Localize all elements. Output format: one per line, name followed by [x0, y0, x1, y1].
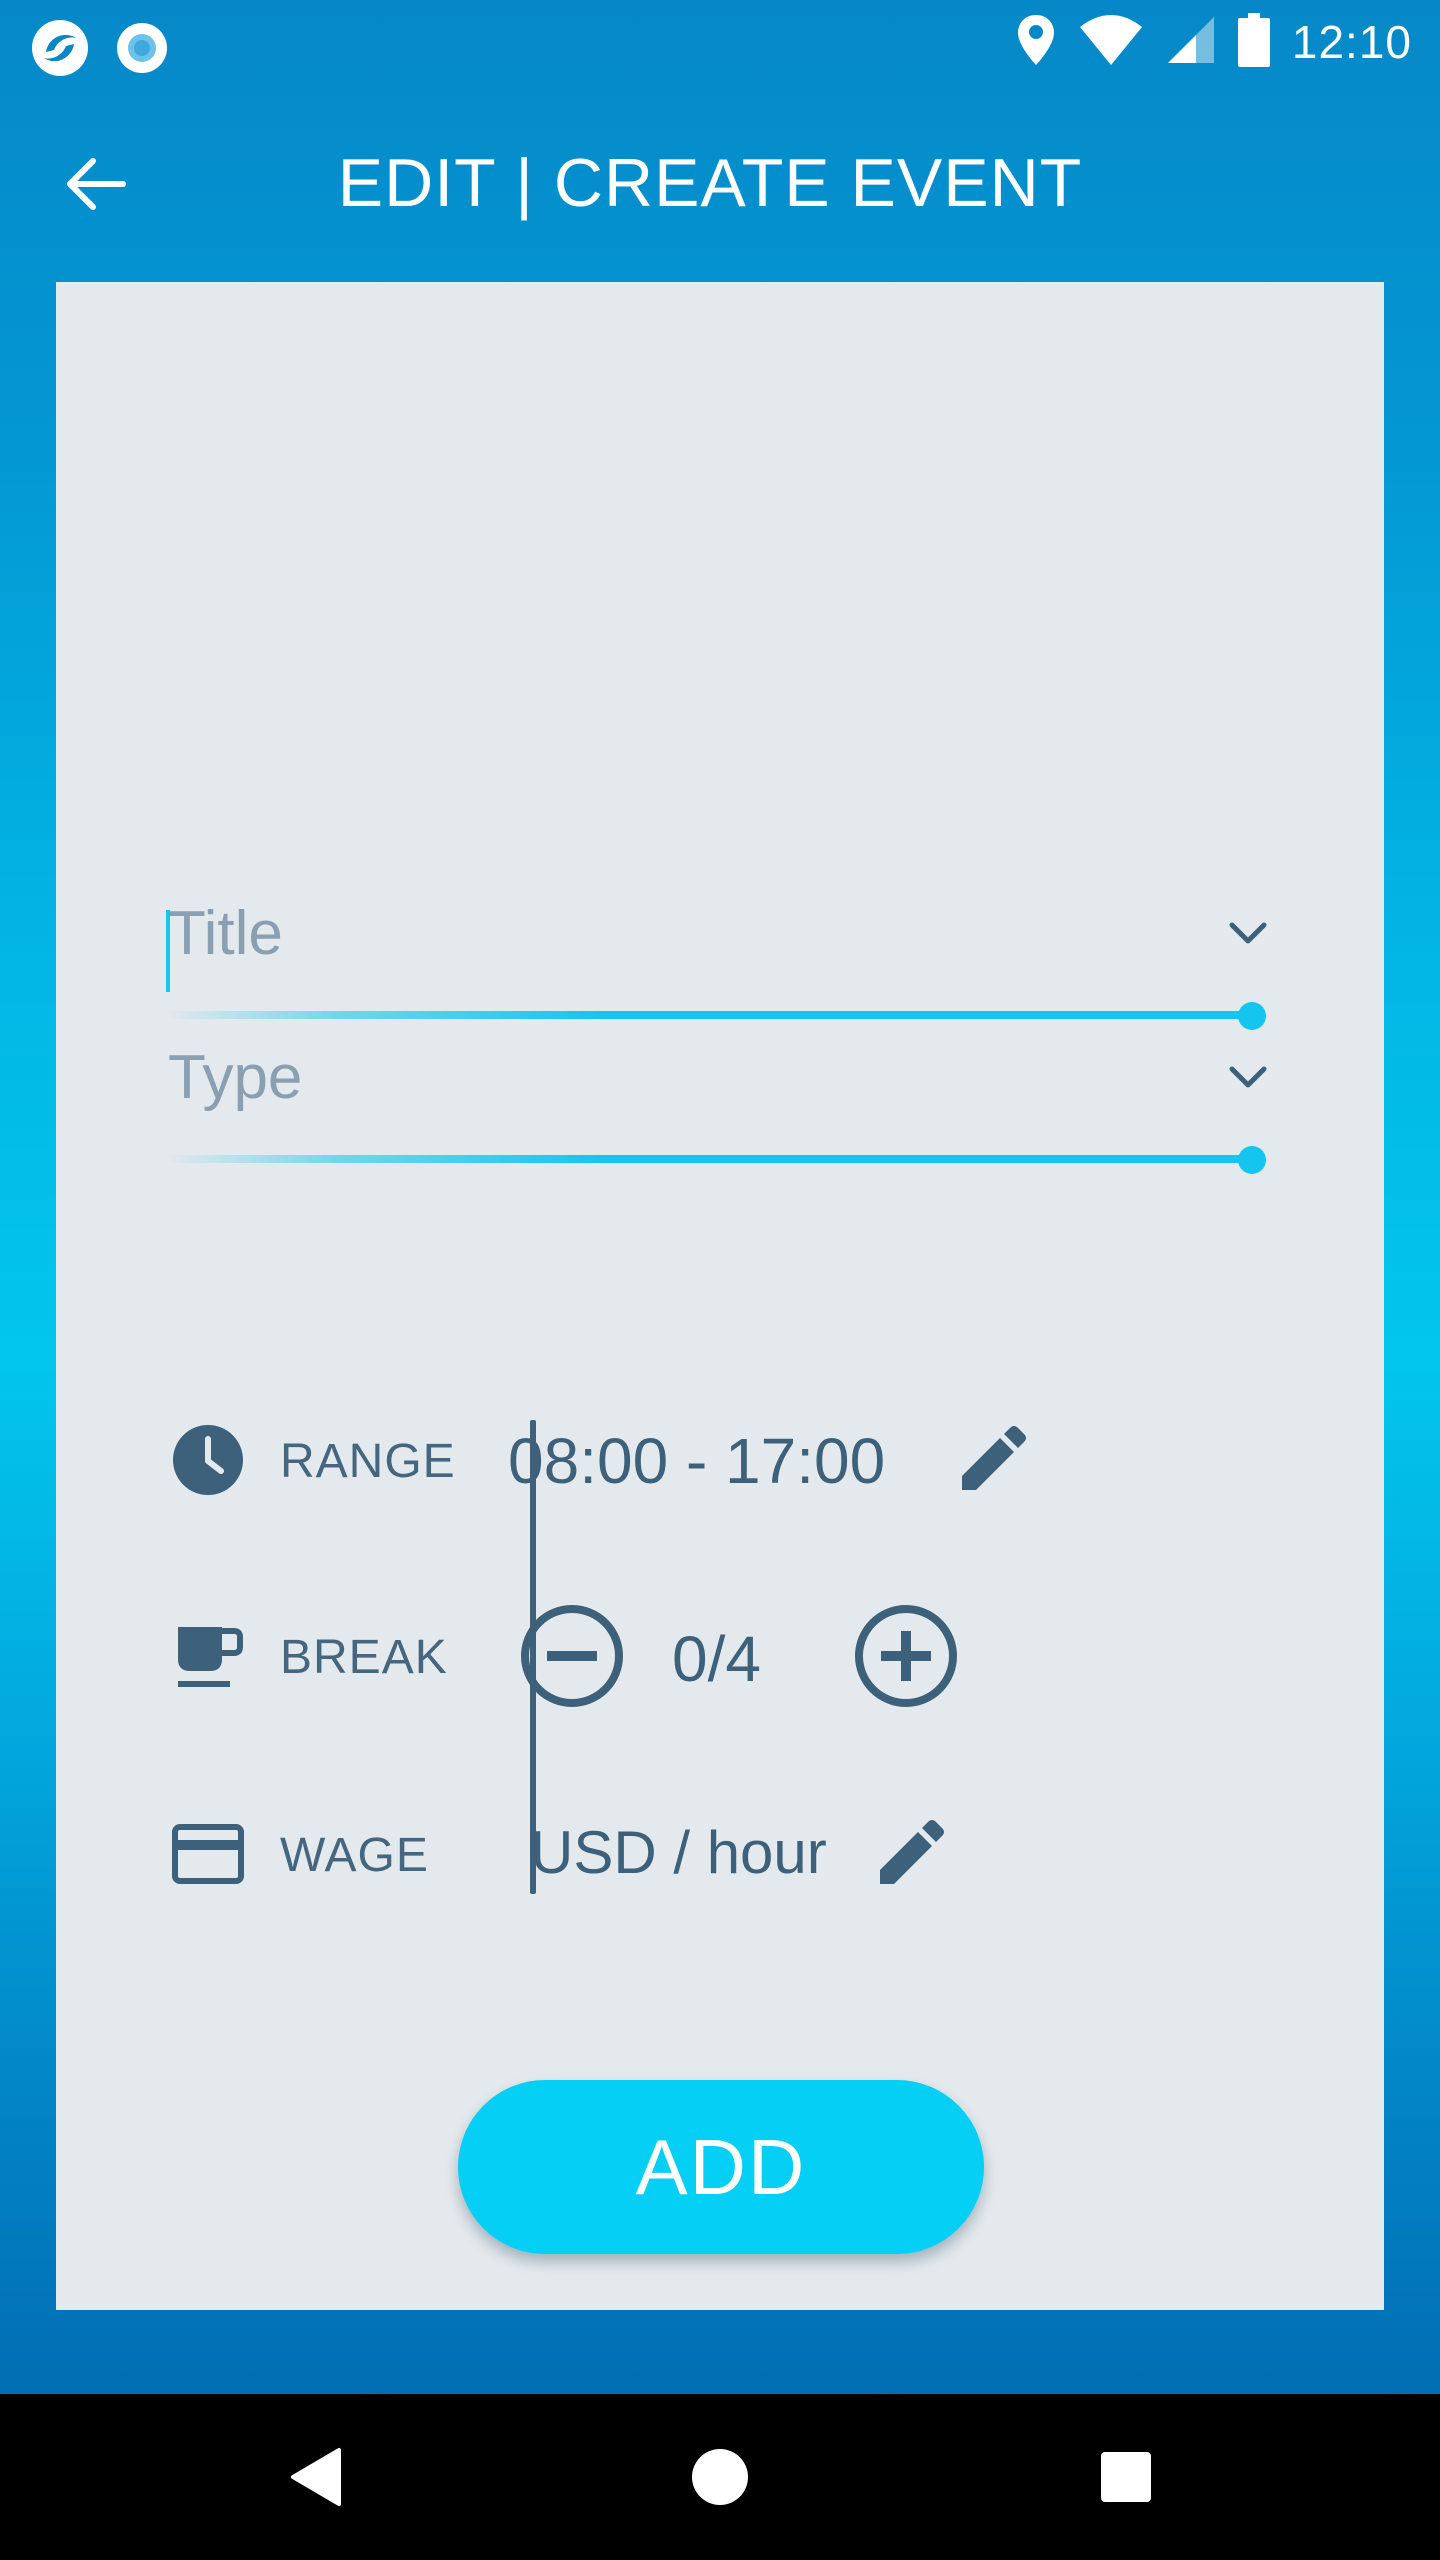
clock-icon [170, 1422, 246, 1498]
pencil-icon [958, 1424, 1028, 1499]
app-logo-icon [30, 18, 90, 83]
wage-value[interactable]: USD / hour [530, 1818, 827, 1887]
back-triangle-icon [287, 2446, 343, 2513]
text-cursor [166, 910, 170, 992]
credit-card-icon [170, 1816, 246, 1892]
nav-recents-button[interactable] [1081, 2434, 1171, 2524]
title-underline [166, 1011, 1256, 1019]
add-button[interactable]: ADD [458, 2080, 984, 2254]
break-label: BREAK [280, 1631, 448, 1684]
pencil-icon [876, 1818, 946, 1893]
status-bar: 12:10 [0, 0, 1440, 84]
title-field [166, 878, 1346, 1030]
event-form-card: RANGE 08:00 - 17:00 BREAK 0/4 [56, 282, 1384, 2310]
type-field [166, 1022, 1346, 1174]
nav-back-button[interactable] [270, 2434, 360, 2524]
plus-circle-icon [853, 1603, 959, 1714]
title-input[interactable] [166, 878, 1218, 988]
edit-range-button[interactable] [950, 1418, 1036, 1504]
type-dropdown-button[interactable] [1220, 1052, 1276, 1108]
signal-icon [1166, 15, 1216, 70]
nav-home-button[interactable] [675, 2434, 765, 2524]
break-increment-button[interactable] [850, 1602, 962, 1714]
edit-wage-button[interactable] [868, 1812, 954, 1898]
recents-square-icon [1099, 2450, 1153, 2509]
break-count: 0/4 [672, 1623, 761, 1695]
range-value[interactable]: 08:00 - 17:00 [508, 1424, 885, 1498]
range-label: RANGE [280, 1435, 456, 1488]
battery-icon [1237, 12, 1270, 72]
wage-label: WAGE [280, 1829, 429, 1882]
app-bar: EDIT | CREATE EVENT [0, 84, 1440, 284]
type-underline [166, 1155, 1256, 1163]
status-left-icons [30, 18, 170, 83]
chevron-down-icon [1228, 921, 1268, 952]
location-icon [1016, 13, 1056, 72]
title-dropdown-button[interactable] [1220, 908, 1276, 964]
wifi-icon [1078, 14, 1144, 70]
page-title: EDIT | CREATE EVENT [337, 145, 1083, 221]
type-input[interactable] [166, 1022, 1218, 1132]
break-decrement-button[interactable] [516, 1602, 628, 1714]
navigation-bar [0, 2394, 1440, 2560]
chevron-down-icon [1228, 1065, 1268, 1096]
record-icon [114, 18, 170, 83]
home-circle-icon [690, 2447, 750, 2512]
status-time: 12:10 [1291, 16, 1412, 68]
minus-circle-icon [519, 1603, 625, 1714]
coffee-cup-icon [170, 1618, 246, 1694]
type-underline-knob [1238, 1146, 1266, 1174]
status-right-icons: 12:10 [1016, 12, 1412, 72]
